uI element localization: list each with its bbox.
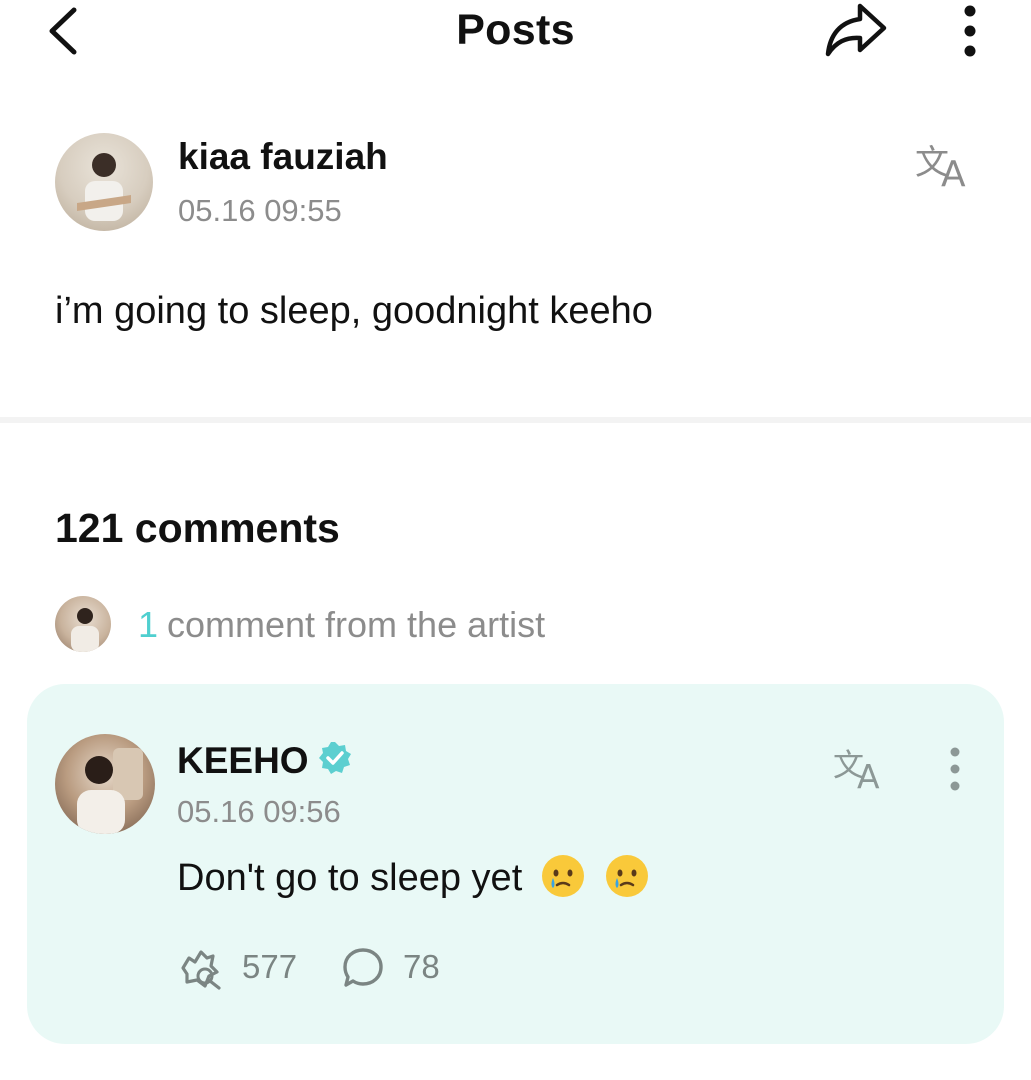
svg-text:A: A	[857, 757, 880, 792]
comment-bubble-icon	[343, 948, 383, 987]
post-timestamp: 05.16 09:55	[178, 193, 342, 228]
artist-avatar[interactable]	[55, 734, 155, 834]
artist-comment-label: comment from the artist	[167, 604, 546, 645]
person-silhouette-icon	[77, 153, 131, 221]
artist-name[interactable]: KEEHO	[177, 740, 309, 782]
top-bar: Posts	[0, 0, 1031, 70]
post-translate-button[interactable]: 文 A	[915, 140, 977, 195]
posts-page: Posts kiaa fauziah 05.16 09:55 文 A i’m g…	[0, 0, 1031, 1080]
reply-count: 78	[403, 948, 440, 985]
crying-face-emoji-icon	[541, 855, 584, 897]
share-icon	[825, 3, 887, 57]
more-vertical-icon	[964, 5, 976, 57]
post-author-avatar[interactable]	[55, 133, 153, 231]
artist-comment-body: Don't go to sleep yet	[177, 857, 523, 899]
person-silhouette-icon	[77, 748, 143, 834]
like-paw-icon	[181, 950, 221, 990]
crying-face-emoji-icon	[606, 855, 649, 897]
share-button[interactable]	[820, 0, 890, 60]
post-author-name[interactable]: kiaa fauziah	[178, 136, 388, 178]
verified-badge-icon	[317, 740, 353, 776]
artist-comment-timestamp: 05.16 09:56	[177, 794, 341, 829]
translate-icon: 文 A	[833, 748, 880, 796]
artist-mini-avatar	[55, 596, 111, 652]
comments-count-heading: 121 comments	[55, 505, 340, 551]
reply-button[interactable]: 78	[341, 946, 481, 990]
person-silhouette-icon	[71, 608, 99, 652]
comment-translate-button[interactable]: 文 A	[833, 744, 891, 796]
more-options-button[interactable]	[950, 2, 990, 58]
section-divider	[0, 417, 1031, 423]
artist-comments-filter[interactable]: 1 comment from the artist	[55, 596, 755, 652]
translate-icon: 文 A	[915, 143, 966, 195]
comment-more-button[interactable]	[942, 746, 968, 792]
svg-text:A: A	[941, 154, 966, 190]
more-vertical-icon	[950, 747, 960, 791]
artist-comment-text: Don't go to sleep yet	[177, 852, 651, 900]
post-body-text: i’m going to sleep, goodnight keeho	[55, 290, 653, 332]
artist-comment-card: KEEHO 05.16 09:56 文 A Don't go to sleep …	[27, 684, 1004, 1044]
like-button[interactable]: 577	[175, 946, 315, 990]
like-count: 577	[242, 948, 298, 985]
artist-comment-count: 1	[138, 604, 159, 645]
